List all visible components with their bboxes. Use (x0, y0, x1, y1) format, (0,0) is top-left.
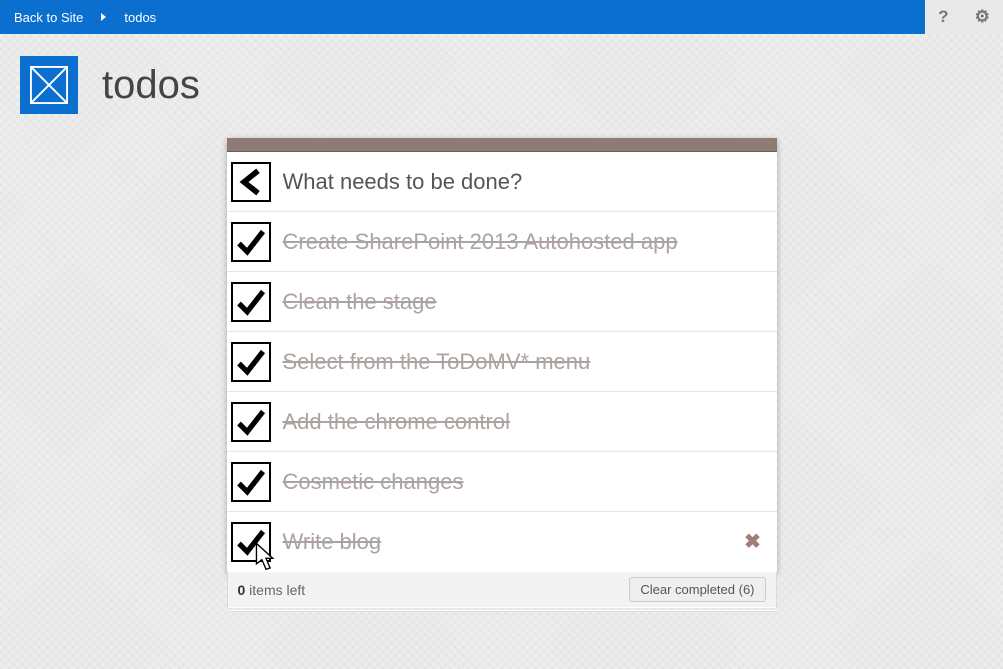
new-todo-input[interactable] (283, 163, 765, 201)
todo-footer: 0 items left Clear completed (6) (227, 572, 777, 608)
top-right-icon-group: ? ⚙ (925, 0, 1003, 34)
items-left-text: items left (245, 582, 305, 598)
chevron-right-icon (101, 13, 106, 21)
todo-checkbox[interactable] (231, 462, 271, 502)
page-header: todos (0, 34, 1003, 138)
todo-item-row: Write blog✖ (227, 512, 777, 572)
todo-item-row: Clean the stage✖ (227, 272, 777, 332)
items-left-count: 0 items left (238, 582, 306, 598)
todo-checkbox[interactable] (231, 282, 271, 322)
help-icon[interactable]: ? (938, 7, 948, 27)
app-logo-tile[interactable] (20, 56, 78, 114)
todo-list: Create SharePoint 2013 Autohosted app✖Cl… (227, 212, 777, 572)
todo-label[interactable]: Select from the ToDoMV* menu (283, 349, 765, 375)
delete-todo-button[interactable]: ✖ (741, 530, 765, 554)
todo-app: Create SharePoint 2013 Autohosted app✖Cl… (227, 138, 777, 572)
todo-item-row: Select from the ToDoMV* menu✖ (227, 332, 777, 392)
todo-checkbox[interactable] (231, 402, 271, 442)
page-title: todos (102, 63, 200, 108)
todo-checkbox[interactable] (231, 222, 271, 262)
back-to-site-link[interactable]: Back to Site (14, 10, 83, 25)
toggle-all-checkbox[interactable] (231, 162, 271, 202)
todo-item-row: Create SharePoint 2013 Autohosted app✖ (227, 212, 777, 272)
todo-item-row: Cosmetic changes✖ (227, 452, 777, 512)
app-logo-icon (30, 66, 68, 104)
todo-label[interactable]: Write blog (283, 529, 741, 555)
todo-checkbox[interactable] (231, 342, 271, 382)
todo-label[interactable]: Cosmetic changes (283, 469, 765, 495)
todo-label[interactable]: Clean the stage (283, 289, 765, 315)
todo-label[interactable]: Add the chrome control (283, 409, 765, 435)
top-nav-bar: Back to Site todos ? ⚙ (0, 0, 1003, 34)
todo-item-row: Add the chrome control✖ (227, 392, 777, 452)
settings-gear-icon[interactable]: ⚙ (975, 7, 990, 27)
breadcrumb-current[interactable]: todos (124, 10, 156, 25)
chevron-left-icon (237, 168, 265, 196)
todo-label[interactable]: Create SharePoint 2013 Autohosted app (283, 229, 765, 255)
todo-checkbox[interactable] (231, 522, 271, 562)
new-todo-row (227, 152, 777, 212)
todo-top-band (227, 138, 777, 152)
clear-completed-button[interactable]: Clear completed (6) (629, 577, 765, 602)
